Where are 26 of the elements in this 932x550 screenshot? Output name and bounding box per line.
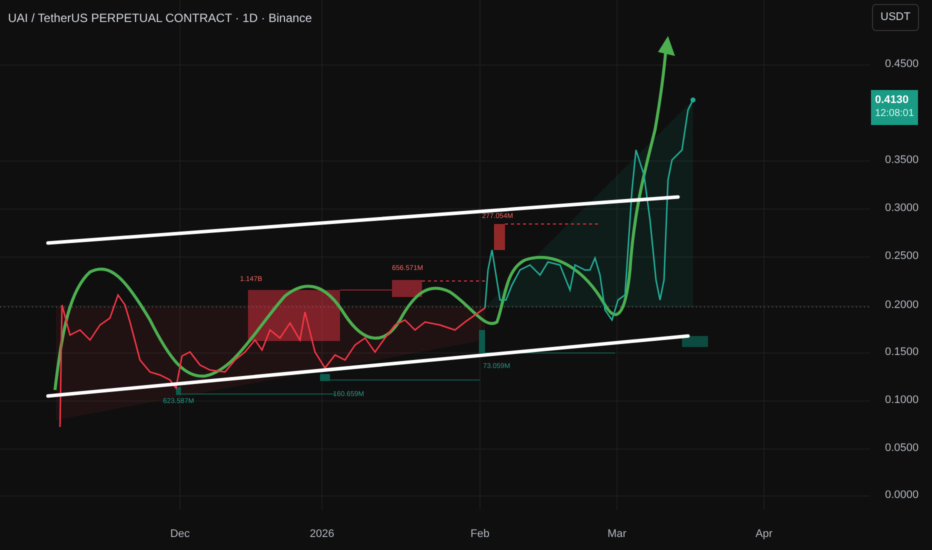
buy-zone	[479, 330, 485, 353]
time-axis-label: Feb	[470, 527, 490, 542]
price-axis-label: 0.3000	[885, 203, 919, 214]
buy-zone	[320, 374, 330, 381]
candle-countdown: 12:08:01	[875, 108, 914, 121]
price-axis-label: 0.2500	[885, 251, 919, 262]
price-axis-label: 0.2000	[885, 300, 919, 311]
buy-zone	[682, 336, 708, 347]
price-axis-label: 0.0500	[885, 443, 919, 454]
price-axis-label: 0.1000	[885, 395, 919, 406]
price-axis-label: 0.4500	[885, 59, 919, 70]
time-axis-label: Apr	[755, 527, 773, 542]
price-axis-label: 0.3500	[885, 155, 919, 166]
last-price-dot	[690, 98, 696, 102]
currency-button[interactable]: USDT	[872, 4, 919, 31]
price-axis-label: 0.1500	[885, 347, 919, 358]
chart-title: UAI / TetherUS PERPETUAL CONTRACT · 1D · Binance	[8, 10, 312, 27]
sell-zone	[494, 224, 505, 250]
time-axis-label: Mar	[608, 527, 626, 542]
buy-zone	[176, 387, 181, 395]
last-price: 0.4130	[875, 94, 910, 108]
time-axis-label: Dec	[170, 527, 190, 542]
arrow-head	[658, 36, 675, 56]
time-axis-label: 2026	[310, 527, 334, 542]
sell-zone	[392, 280, 422, 297]
price-axis-label: 0.0000	[885, 490, 919, 501]
